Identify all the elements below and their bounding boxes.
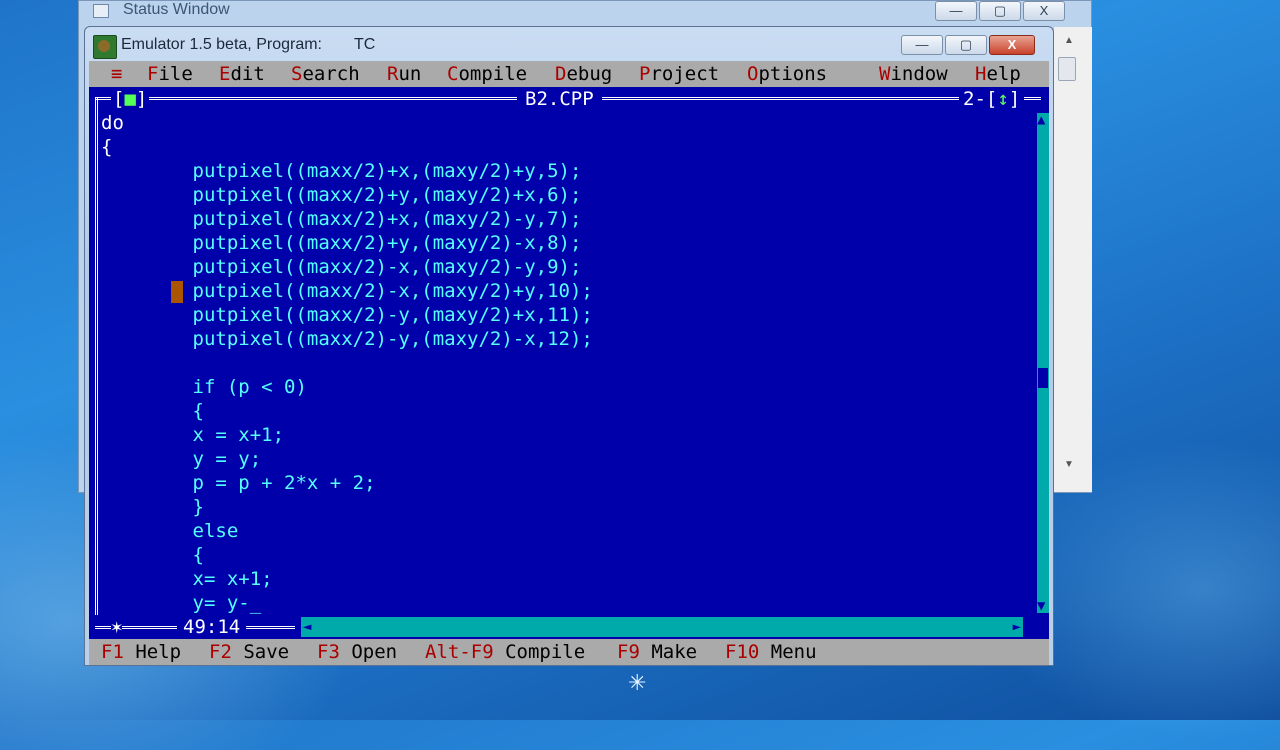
menu-search[interactable]: Search (291, 62, 360, 86)
code-line: p = p + 2*x + 2; (101, 472, 376, 494)
scroll-thumb[interactable] (1058, 57, 1076, 81)
editor-close-box[interactable]: [■] (111, 87, 150, 111)
menu-debug[interactable]: Debug (555, 62, 612, 86)
status-minimize-button[interactable]: — (935, 1, 977, 21)
emulator-window-controls: — ▢ X (901, 35, 1035, 55)
close-box-icon: ■ (124, 88, 136, 110)
menu-file[interactable]: File (147, 62, 193, 86)
hotkey-compile[interactable]: Alt-F9 Compile (425, 640, 585, 664)
code-line: putpixel((maxx/2)-x,(maxy/2)+y,10); (101, 280, 593, 302)
code-line: putpixel((maxx/2)-y,(maxy/2)-x,12); (101, 328, 593, 350)
code-line: } (101, 496, 204, 518)
emulator-window-title: Emulator 1.5 beta, Program: TC (121, 36, 375, 54)
emulator-window[interactable]: Emulator 1.5 beta, Program: TC — ▢ X ≡ Fi… (84, 26, 1054, 666)
hotkey-help[interactable]: F1 Help (101, 640, 181, 664)
menu-edit[interactable]: Edit (219, 62, 265, 86)
menu-project[interactable]: Project (639, 62, 719, 86)
modified-indicator-icon: ✶ (111, 615, 123, 639)
code-line: putpixel((maxx/2)-x,(maxy/2)-y,9); (101, 256, 582, 278)
desktop-sparkle-icon: ✳ (628, 670, 647, 695)
status-window-icon (93, 4, 109, 18)
turbo-c-screen[interactable]: ≡ File Edit Search Run Compile Debug Pro… (89, 61, 1049, 665)
cursor-position: 49:14 (177, 615, 247, 639)
editor-vertical-scrollbar[interactable]: ▲ ▼ (1037, 113, 1049, 613)
scroll-up-arrow-icon[interactable]: ▲ (1037, 113, 1045, 127)
status-restore-button[interactable]: ▢ (979, 1, 1021, 21)
scroll-down-arrow-icon[interactable]: ▼ (1037, 599, 1045, 613)
hotkey-menu[interactable]: F10 Menu (725, 640, 817, 664)
code-line: { (101, 136, 113, 158)
code-line: putpixel((maxx/2)+y,(maxy/2)+x,6); (101, 184, 582, 206)
editor-window[interactable]: [■] B2.CPP 2-[↕] do { putpixel((maxx/2)+… (89, 87, 1049, 639)
emulator-program-name: TC (353, 36, 376, 53)
code-line: { (101, 400, 204, 422)
emulator-close-button[interactable]: X (989, 35, 1035, 55)
hotkey-save[interactable]: F2 Save (209, 640, 289, 664)
menu-run[interactable]: Run (387, 62, 421, 86)
emulator-minimize-button[interactable]: — (901, 35, 943, 55)
status-window-controls: — ▢ X (935, 1, 1065, 21)
code-line: y= y-_ (101, 592, 262, 614)
menu-compile[interactable]: Compile (447, 62, 527, 86)
code-line: putpixel((maxx/2)+x,(maxy/2)+y,5); (101, 160, 582, 182)
code-line: else (101, 520, 239, 542)
scroll-right-arrow-icon[interactable]: ► (1013, 617, 1021, 637)
zoom-box-icon: ↕ (997, 88, 1009, 110)
scroll-up-icon[interactable]: ▲ (1064, 35, 1074, 46)
system-menu-icon[interactable]: ≡ (111, 62, 122, 86)
code-line: putpixel((maxx/2)+y,(maxy/2)-x,8); (101, 232, 582, 254)
editor-window-number[interactable]: 2-[↕] (959, 87, 1025, 111)
code-line: x = x+1; (101, 424, 285, 446)
emulator-restore-button[interactable]: ▢ (945, 35, 987, 55)
emulator-app-icon (93, 35, 117, 59)
emulator-title-text: Emulator 1.5 beta, Program: (121, 36, 322, 53)
editor-file-name: B2.CPP (517, 87, 602, 111)
status-window-title: Status Window (123, 1, 230, 18)
code-line: y = y; (101, 448, 262, 470)
scroll-left-arrow-icon[interactable]: ◄ (303, 617, 311, 637)
editor-bottom-bar: ✶ 49:14 ◄ ► (89, 615, 1037, 639)
vertical-scroll-thumb[interactable] (1037, 367, 1049, 389)
menu-help[interactable]: Help (975, 62, 1021, 86)
status-scrollbar[interactable]: ▲ ▼ (1053, 27, 1092, 492)
status-close-button[interactable]: X (1023, 1, 1065, 21)
editor-horizontal-scrollbar[interactable]: ◄ ► (301, 617, 1023, 637)
code-line: putpixel((maxx/2)-y,(maxy/2)+x,11); (101, 304, 593, 326)
menu-window[interactable]: Window (879, 62, 948, 86)
menu-bar: ≡ File Edit Search Run Compile Debug Pro… (89, 61, 1049, 87)
code-line: if (p < 0) (101, 376, 307, 398)
code-line: putpixel((maxx/2)+x,(maxy/2)-y,7); (101, 208, 582, 230)
code-line: x= x+1; (101, 568, 273, 590)
hotkey-open[interactable]: F3 Open (317, 640, 397, 664)
code-line: do (101, 112, 124, 134)
scroll-down-icon[interactable]: ▼ (1064, 459, 1074, 470)
menu-options[interactable]: Options (747, 62, 827, 86)
editor-frame-left (95, 97, 98, 625)
hotkey-make[interactable]: F9 Make (617, 640, 697, 664)
code-line: { (101, 544, 204, 566)
hotkey-status-bar: F1 Help F2 Save F3 Open Alt-F9 Compile F… (89, 639, 1049, 665)
